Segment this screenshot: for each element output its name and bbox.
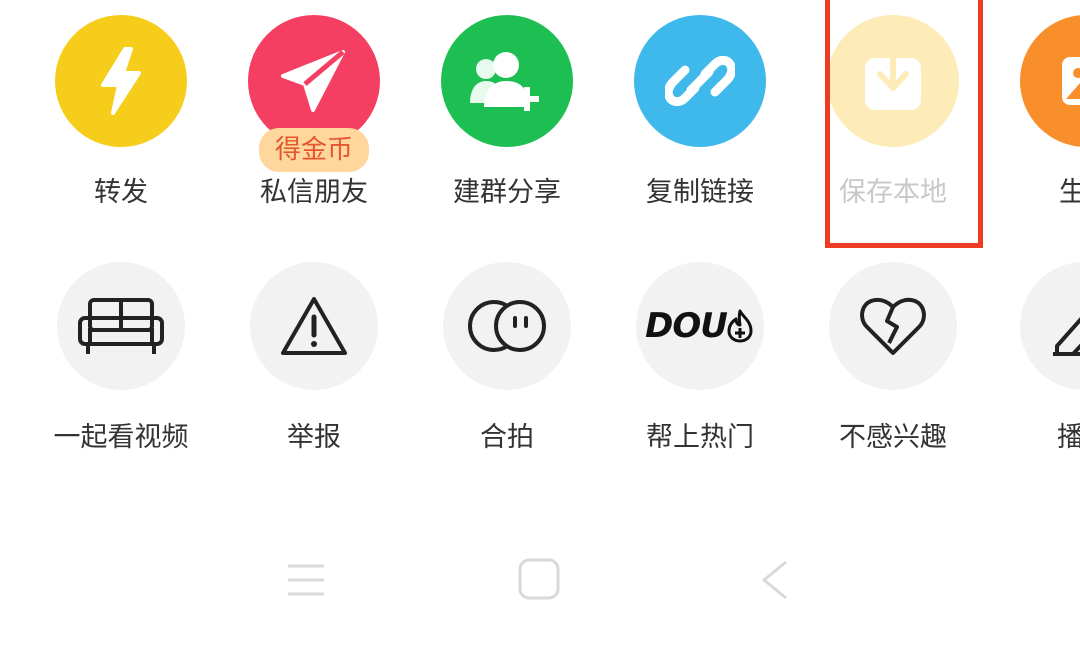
not-interested-button[interactable]: 不感兴趣 <box>808 262 978 453</box>
share-forward-button[interactable]: 转发 <box>36 15 206 208</box>
dou-plus-icon: DOU <box>636 262 764 390</box>
share-private-message-button[interactable]: 得金币 私信朋友 <box>229 15 399 208</box>
link-icon <box>634 15 766 147</box>
share-group-button[interactable]: 建群分享 <box>422 15 592 208</box>
action-label: 不感兴趣 <box>839 422 947 453</box>
share-generate-image-button[interactable]: 生成 <box>1001 15 1080 208</box>
share-label: 建群分享 <box>453 177 561 208</box>
system-navigation-bar <box>0 556 1080 604</box>
duet-button[interactable]: 合拍 <box>422 262 592 453</box>
share-label: 生成 <box>1059 177 1080 208</box>
share-panel: 转发 得金币 私信朋友 建群分享 复制链接 保存本地 生 一起看视频 举报 合拍… <box>0 0 1080 646</box>
report-button[interactable]: 举报 <box>229 262 399 453</box>
action-label: 举报 <box>287 422 341 453</box>
image-icon <box>1020 15 1080 147</box>
action-label: 一起看视频 <box>53 422 189 453</box>
action-label: 播放 <box>1057 422 1080 453</box>
warning-icon <box>250 262 378 390</box>
highlight-annotation-box <box>825 0 983 248</box>
share-label: 私信朋友 <box>260 177 368 208</box>
home-icon[interactable] <box>518 558 560 604</box>
dou-logo-text: DOU <box>645 306 728 346</box>
add-group-icon <box>441 15 573 147</box>
duet-icon <box>443 262 571 390</box>
action-label: 帮上热门 <box>646 422 754 453</box>
share-label: 转发 <box>94 177 148 208</box>
lightning-icon <box>55 15 187 147</box>
broken-heart-icon <box>829 262 957 390</box>
share-label: 复制链接 <box>646 177 754 208</box>
sofa-icon <box>57 262 185 390</box>
back-icon[interactable] <box>760 560 790 604</box>
watch-together-button[interactable]: 一起看视频 <box>36 262 206 453</box>
coin-reward-badge: 得金币 <box>258 128 370 172</box>
share-copy-link-button[interactable]: 复制链接 <box>615 15 785 208</box>
dou-plus-button[interactable]: DOU 帮上热门 <box>615 262 785 453</box>
edit-icon <box>1020 262 1080 390</box>
action-label: 合拍 <box>480 422 534 453</box>
menu-icon[interactable] <box>286 562 326 602</box>
playback-settings-button[interactable]: 播放 <box>999 262 1080 453</box>
